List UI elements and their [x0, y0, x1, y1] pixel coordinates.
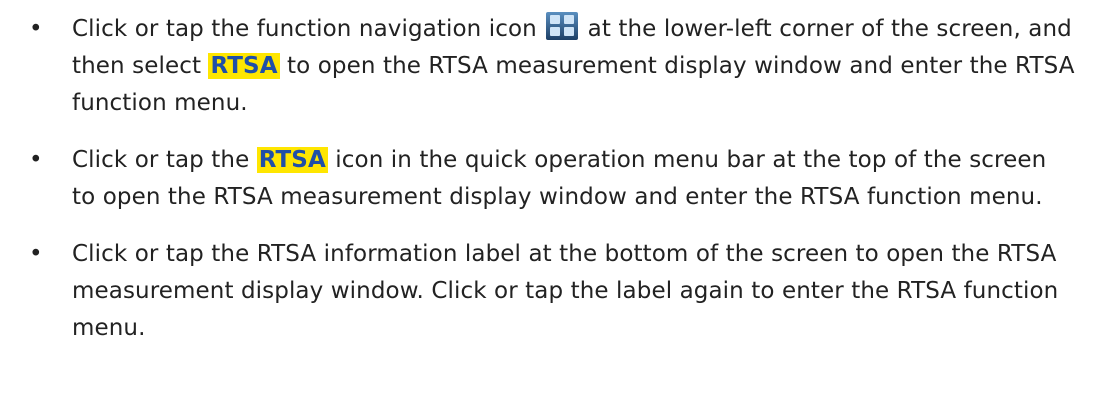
function-navigation-icon — [546, 12, 579, 40]
list-item: • Click or tap the RTSA information labe… — [0, 236, 1095, 347]
rtsa-highlight: RTSA — [208, 53, 280, 79]
bullet-marker: • — [29, 16, 43, 42]
bullet-marker: • — [29, 147, 43, 173]
item-text-start: Click or tap the function navigation ico… — [72, 16, 545, 42]
bullet-marker: • — [29, 241, 43, 267]
item-text-start: Click or tap the — [72, 147, 257, 173]
item-text: Click or tap the RTSA information label … — [72, 241, 1059, 341]
instruction-bullet-list: • Click or tap the function navigation i… — [0, 0, 1095, 347]
rtsa-highlight: RTSA — [256, 147, 328, 173]
list-item: • Click or tap the RTSA icon in the quic… — [0, 142, 1095, 216]
list-item: • Click or tap the function navigation i… — [0, 11, 1095, 122]
